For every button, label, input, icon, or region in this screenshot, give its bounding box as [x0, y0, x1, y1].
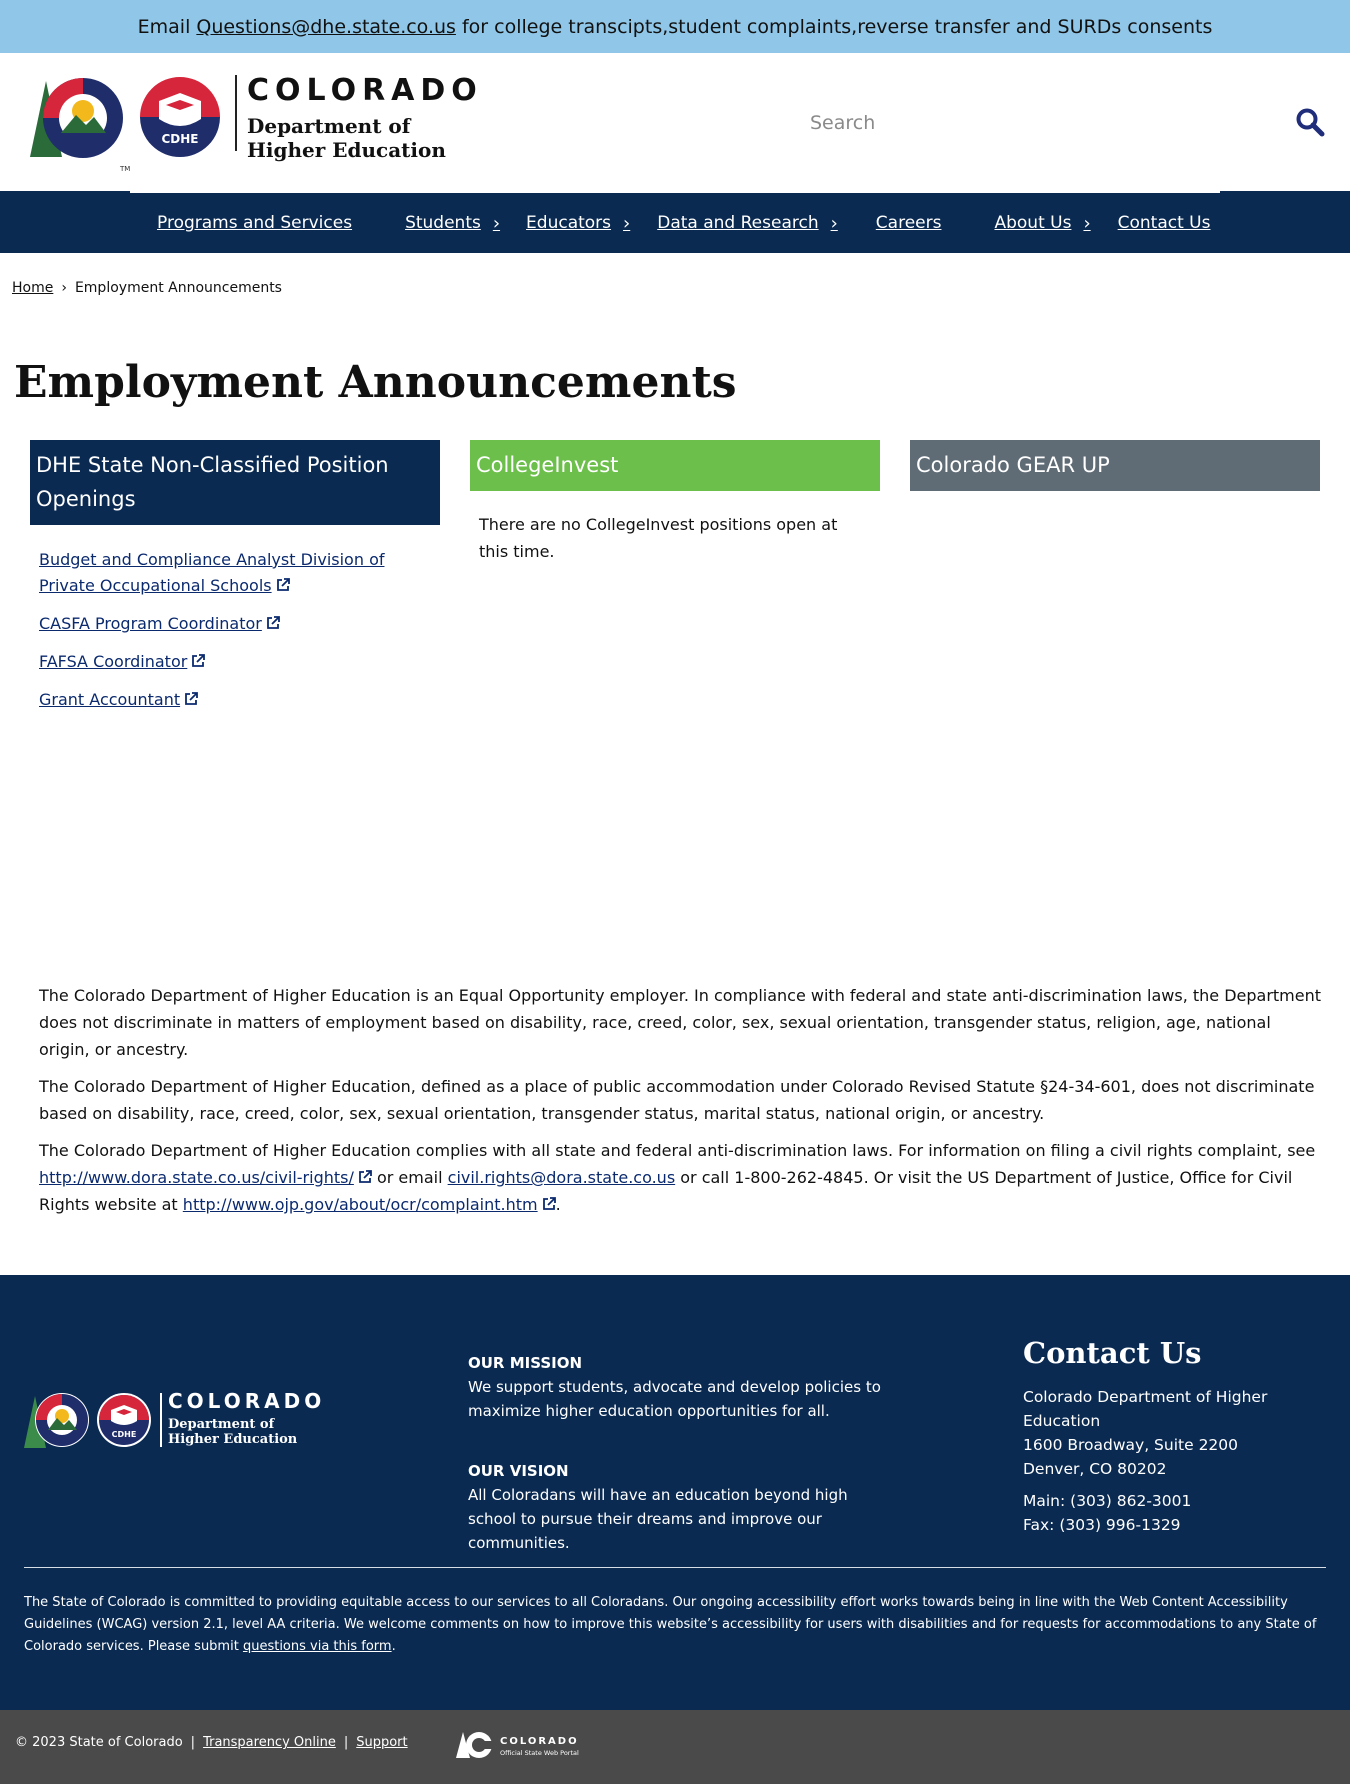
- footer-main-phone: Main: (303) 862-3001: [1023, 1492, 1192, 1510]
- external-link-icon: [542, 1197, 556, 1210]
- breadcrumb-current: Employment Announcements: [74, 280, 282, 296]
- chevron-right-icon: ›: [623, 212, 631, 234]
- search-input[interactable]: [790, 101, 1270, 145]
- announcement-email-link[interactable]: Questions@dhe.state.co.us: [196, 16, 456, 38]
- svg-text:CDHE: CDHE: [161, 132, 198, 146]
- list-item: FAFSA Coordinator: [39, 649, 432, 675]
- job-link-fafsa[interactable]: FAFSA Coordinator: [39, 652, 206, 671]
- footer-logo[interactable]: CDHE COLORADO Department of Higher Educa…: [22, 1389, 342, 1465]
- external-link-icon: [358, 1170, 372, 1183]
- nav-item-students[interactable]: Students ›: [405, 193, 500, 253]
- external-link-icon: [192, 654, 206, 667]
- svg-text:COLORADO: COLORADO: [168, 1390, 325, 1413]
- announcement-bar: Email Questions@dhe.state.co.us for coll…: [0, 0, 1350, 53]
- mission-heading: OUR MISSION: [468, 1354, 583, 1372]
- gearup-heading: Colorado GEAR UP: [910, 440, 1320, 491]
- job-link-casfa[interactable]: CASFA Program Coordinator: [39, 614, 280, 633]
- breadcrumb-separator: ›: [61, 280, 67, 296]
- official-portal-logo[interactable]: COLORADO Official State Web Portal: [454, 1728, 594, 1762]
- ocr-complaint-link[interactable]: http://www.ojp.gov/about/ocr/complaint.h…: [183, 1195, 556, 1214]
- footer-logo-graphic: CDHE COLORADO Department of Higher Educa…: [24, 1389, 325, 1448]
- search-button[interactable]: [1290, 103, 1330, 143]
- cdhe-logo[interactable]: TM CDHE COLORADO Department of Higher Ed…: [28, 73, 488, 173]
- svg-text:Higher Education: Higher Education: [168, 1432, 298, 1447]
- gearup-column: Colorado GEAR UP: [910, 440, 1320, 491]
- search-area: [790, 53, 1350, 191]
- external-link-icon: [276, 578, 290, 591]
- civil-rights-link[interactable]: http://www.dora.state.co.us/civil-rights…: [39, 1168, 372, 1187]
- bottom-separator: |: [343, 1735, 349, 1750]
- civil-rights-email-link[interactable]: civil.rights@dora.state.co.us: [448, 1168, 676, 1187]
- footer-divider: [24, 1567, 1326, 1568]
- mission-vision: OUR MISSION We support students, advocat…: [468, 1351, 888, 1555]
- nav-item-careers[interactable]: Careers: [876, 193, 942, 253]
- nav-item-contact[interactable]: Contact Us: [1118, 193, 1211, 253]
- eeo-statement: The Colorado Department of Higher Educat…: [39, 982, 1324, 1228]
- logo-brand-word: COLORADO: [247, 73, 483, 108]
- vision-text: All Coloradans will have an education be…: [468, 1486, 848, 1552]
- external-link-icon: [185, 692, 199, 705]
- list-item: Grant Accountant: [39, 687, 432, 713]
- accessibility-statement: The State of Colorado is committed to pr…: [24, 1595, 1317, 1654]
- vision-heading: OUR VISION: [468, 1462, 569, 1480]
- dhe-openings-column: DHE State Non-Classified Position Openin…: [30, 440, 440, 725]
- external-link-icon: [266, 616, 280, 629]
- job-link-budget-analyst[interactable]: Budget and Compliance Analyst Division o…: [39, 550, 384, 595]
- bottom-links: © 2023 State of Colorado | Transparency …: [15, 1735, 408, 1750]
- announcement-suffix: for college transcipts,student complaint…: [461, 15, 1213, 38]
- nav-item-about[interactable]: About Us ›: [994, 193, 1090, 253]
- footer-address-line1: 1600 Broadway, Suite 2200: [1023, 1436, 1239, 1454]
- nav-item-programs[interactable]: Programs and Services: [157, 193, 352, 253]
- job-link-grant-accountant[interactable]: Grant Accountant: [39, 690, 199, 709]
- copyright-text: © 2023 State of Colorado: [15, 1735, 183, 1750]
- site-footer: CDHE COLORADO Department of Higher Educa…: [0, 1275, 1350, 1710]
- svg-text:COLORADO: COLORADO: [500, 1736, 579, 1747]
- logo-dept-line2: Higher Education: [247, 138, 446, 162]
- eeo-paragraph-1: The Colorado Department of Higher Educat…: [39, 986, 1322, 1059]
- svg-text:Department of: Department of: [168, 1417, 276, 1432]
- mission-text: We support students, advocate and develo…: [468, 1378, 881, 1420]
- collegeinvest-status-text: There are no CollegeInvest positions ope…: [479, 515, 838, 561]
- search-icon: [1296, 108, 1325, 136]
- breadcrumb: Home › Employment Announcements: [12, 280, 282, 296]
- page-title: Employment Announcements: [14, 357, 737, 408]
- bottom-separator: |: [190, 1735, 196, 1750]
- nav-item-data-research[interactable]: Data and Research ›: [657, 193, 838, 253]
- breadcrumb-home-link[interactable]: Home: [12, 280, 53, 296]
- footer-org-name: Colorado Department of Higher Education: [1023, 1388, 1268, 1430]
- list-item: Budget and Compliance Analyst Division o…: [39, 547, 432, 599]
- bottom-bar: © 2023 State of Colorado | Transparency …: [0, 1710, 1350, 1784]
- main-nav-inner: Programs and Services Students › Educator…: [130, 191, 1220, 253]
- list-item: CASFA Program Coordinator: [39, 611, 432, 637]
- chevron-right-icon: ›: [1083, 212, 1091, 234]
- accessibility-form-link[interactable]: questions via this form: [243, 1639, 392, 1654]
- nav-item-educators[interactable]: Educators ›: [526, 193, 630, 253]
- svg-text:CDHE: CDHE: [112, 1430, 137, 1439]
- colorado-portal-graphic: COLORADO Official State Web Portal: [456, 1732, 579, 1758]
- main-nav: Programs and Services Students › Educator…: [0, 191, 1350, 253]
- announcement-prefix: Email: [137, 15, 191, 38]
- footer-fax: Fax: (303) 996-1329: [1023, 1516, 1181, 1534]
- collegeinvest-column: CollegeInvest There are no CollegeInvest…: [470, 440, 880, 565]
- footer-contact-heading: Contact Us: [1023, 1336, 1202, 1370]
- svg-text:Official State Web Portal: Official State Web Portal: [500, 1749, 579, 1757]
- collegeinvest-heading: CollegeInvest: [470, 440, 880, 491]
- logo-dept-line1: Department of: [247, 114, 411, 138]
- footer-contact: Contact Us Colorado Department of Higher…: [1023, 1335, 1343, 1537]
- eeo-paragraph-3: The Colorado Department of Higher Educat…: [39, 1141, 1316, 1214]
- eeo-paragraph-2: The Colorado Department of Higher Educat…: [39, 1077, 1315, 1123]
- support-link[interactable]: Support: [356, 1735, 407, 1750]
- footer-address-line2: Denver, CO 80202: [1023, 1460, 1167, 1478]
- chevron-right-icon: ›: [492, 212, 501, 234]
- transparency-online-link[interactable]: Transparency Online: [203, 1735, 336, 1750]
- chevron-right-icon: ›: [830, 212, 838, 234]
- job-list: Budget and Compliance Analyst Division o…: [30, 525, 440, 713]
- site-header: TM CDHE COLORADO Department of Higher Ed…: [0, 53, 1350, 191]
- dhe-openings-heading: DHE State Non-Classified Position Openin…: [30, 440, 440, 525]
- svg-text:TM: TM: [119, 165, 130, 173]
